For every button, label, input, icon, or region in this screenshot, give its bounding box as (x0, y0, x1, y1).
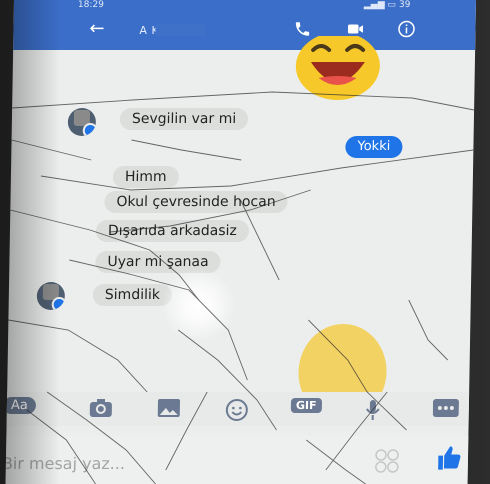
thumbs-up-icon[interactable] (436, 444, 465, 476)
battery-level: 39 (398, 0, 411, 10)
message-list[interactable]: Sevgilin var mi Yokki Himm Okul çevresin… (7, 32, 475, 420)
gif-button[interactable]: GIF (290, 398, 322, 413)
composer-toolbar: Aa GIF (5, 392, 470, 426)
messenger-badge-icon (82, 123, 97, 136)
text-style-button[interactable]: Aa (5, 397, 36, 414)
gallery-icon[interactable] (157, 398, 181, 422)
laughing-emoji-icon (294, 32, 381, 106)
message-bubble-incoming[interactable]: Himm (112, 166, 179, 188)
message-bubble-incoming[interactable]: Uyar mi şanaa (95, 251, 221, 273)
avatar[interactable] (67, 108, 97, 136)
status-time: 18:29 (77, 0, 104, 10)
emoji-icon[interactable] (225, 398, 249, 426)
status-right: ▂▄▆ ▭ 39 (364, 0, 411, 10)
camera-icon[interactable] (89, 398, 113, 422)
name-redaction (155, 24, 206, 36)
sticker-icon[interactable] (374, 448, 401, 478)
phone-screen: 18:29 ▂▄▆ ▭ 39 ← A K Sevgilin var mi Yok… (5, 0, 476, 484)
microphone-icon[interactable] (365, 398, 381, 426)
message-input[interactable] (5, 450, 335, 476)
message-bubble-outgoing[interactable]: Yokki (345, 136, 403, 158)
message-bubble-incoming[interactable]: Sevgilin var mi (119, 108, 249, 130)
message-composer (5, 436, 469, 484)
back-arrow-icon[interactable]: ← (89, 18, 104, 39)
info-icon[interactable] (397, 20, 415, 42)
message-bubble-incoming[interactable]: Okul çevresinde hocan (104, 191, 288, 213)
signal-icon: ▂▄▆ (363, 0, 385, 10)
more-icon[interactable] (432, 399, 459, 421)
message-bubble-incoming[interactable]: Simdilik (92, 284, 173, 306)
conversation-header: ← A K (13, 12, 476, 50)
message-bubble-incoming[interactable]: Dışarıda arkadasiz (95, 220, 250, 242)
battery-icon: ▭ (387, 0, 397, 10)
messenger-badge-icon (51, 297, 66, 310)
avatar[interactable] (36, 282, 66, 310)
status-bar: 18:29 ▂▄▆ ▭ 39 (13, 0, 476, 12)
